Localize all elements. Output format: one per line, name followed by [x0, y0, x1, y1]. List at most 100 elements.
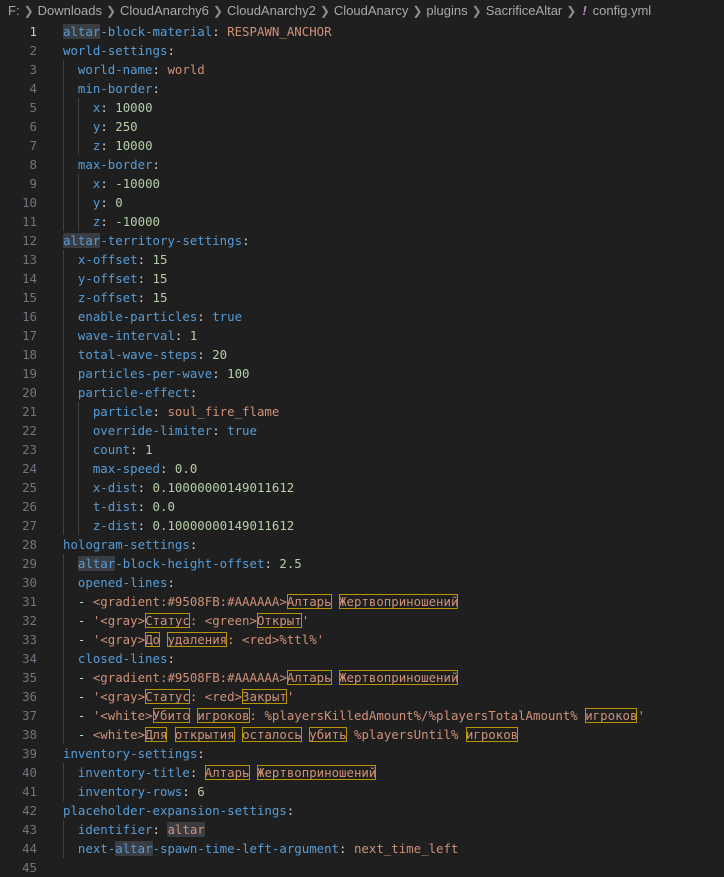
- code-line[interactable]: 39 inventory-settings:: [0, 744, 724, 763]
- breadcrumb-file-name[interactable]: config.yml: [593, 0, 652, 22]
- indent-guide: [63, 288, 64, 307]
- breadcrumb-item[interactable]: CloudAnarchy2: [227, 0, 316, 22]
- breadcrumb-item[interactable]: plugins: [426, 0, 467, 22]
- code-token: true: [212, 309, 243, 324]
- code-line[interactable]: 37 - '<white>Убито игроков: %playersKill…: [0, 706, 724, 725]
- code-line[interactable]: 33 - '<gray>До удаления: <red>%ttl%': [0, 630, 724, 649]
- code-token: : <red>%ttl%': [227, 632, 325, 647]
- code-token: -: [77, 670, 93, 685]
- code-line[interactable]: 13 x-offset: 15: [0, 250, 724, 269]
- code-text: count: 1: [37, 440, 724, 459]
- breadcrumb-item[interactable]: F:: [8, 0, 20, 22]
- line-number: 1: [29, 24, 37, 39]
- code-line[interactable]: 24 max-speed: 0.0: [0, 459, 724, 478]
- code-text: max-speed: 0.0: [37, 459, 724, 478]
- code-line[interactable]: 44 next-altar-spawn-time-left-argument: …: [0, 839, 724, 858]
- code-line[interactable]: 3 world-name: world: [0, 60, 724, 79]
- line-number: 15: [22, 290, 37, 305]
- line-number: 29: [22, 556, 37, 571]
- code-line[interactable]: 5 x: 10000: [0, 98, 724, 117]
- code-line[interactable]: 17 wave-interval: 1: [0, 326, 724, 345]
- code-line[interactable]: 22 override-limiter: true: [0, 421, 724, 440]
- code-text: inventory-settings:: [37, 744, 724, 763]
- code-token: -spawn-time-left-argument: [152, 841, 340, 856]
- code-text: y: 250: [37, 117, 724, 136]
- line-number: 28: [22, 537, 37, 552]
- code-token: :: [100, 119, 116, 134]
- breadcrumb-item[interactable]: SacrificeAltar: [486, 0, 563, 22]
- code-text: total-wave-steps: 20: [37, 345, 724, 364]
- indent-guide: [63, 554, 64, 573]
- code-line[interactable]: 29 altar-block-height-offset: 2.5: [0, 554, 724, 573]
- code-line[interactable]: 42 placeholder-expansion-settings:: [0, 801, 724, 820]
- code-token: altar: [167, 822, 205, 837]
- indent-guide: [63, 193, 64, 212]
- code-line[interactable]: 45: [0, 858, 724, 877]
- indent-guide: [63, 440, 64, 459]
- code-line[interactable]: 20 particle-effect:: [0, 383, 724, 402]
- code-token: 15: [152, 271, 168, 286]
- code-line[interactable]: 12 altar-territory-settings:: [0, 231, 724, 250]
- code-token: '<gray>: [92, 632, 146, 647]
- code-line[interactable]: 2 world-settings:: [0, 41, 724, 60]
- code-token: :: [137, 480, 153, 495]
- indent-guide: [63, 98, 64, 117]
- code-line[interactable]: 4 min-border:: [0, 79, 724, 98]
- code-line[interactable]: 25 x-dist: 0.10000000149011612: [0, 478, 724, 497]
- code-line[interactable]: 1 altar-block-material: RESPAWN_ANCHOR: [0, 22, 724, 41]
- indent-guide: [63, 79, 64, 98]
- code-line[interactable]: 9 x: -10000: [0, 174, 724, 193]
- code-line[interactable]: 43 identifier: altar: [0, 820, 724, 839]
- code-line[interactable]: 18 total-wave-steps: 20: [0, 345, 724, 364]
- line-number: 11: [22, 214, 37, 229]
- breadcrumb-item[interactable]: CloudAnarcy: [334, 0, 408, 22]
- breadcrumb-item[interactable]: Downloads: [38, 0, 102, 22]
- code-line[interactable]: 15 z-offset: 15: [0, 288, 724, 307]
- line-number: 32: [22, 613, 37, 628]
- code-line[interactable]: 11 z: -10000: [0, 212, 724, 231]
- code-line[interactable]: 7 z: 10000: [0, 136, 724, 155]
- code-line[interactable]: 32 - '<gray>Статус: <green>Открыт': [0, 611, 724, 630]
- code-line[interactable]: 21 particle: soul_fire_flame: [0, 402, 724, 421]
- code-token: 2.5: [279, 556, 302, 571]
- line-number: 41: [22, 784, 37, 799]
- line-number: 13: [22, 252, 37, 267]
- line-number: 3: [29, 62, 37, 77]
- code-line[interactable]: 19 particles-per-wave: 100: [0, 364, 724, 383]
- code-text: particle: soul_fire_flame: [37, 402, 724, 421]
- code-token: 100: [227, 366, 250, 381]
- indent-guide: [78, 174, 80, 193]
- indent-guide: [63, 497, 64, 516]
- code-line[interactable]: 30 opened-lines:: [0, 573, 724, 592]
- code-line[interactable]: 14 y-offset: 15: [0, 269, 724, 288]
- code-line[interactable]: 26 t-dist: 0.0: [0, 497, 724, 516]
- code-line[interactable]: 41 inventory-rows: 6: [0, 782, 724, 801]
- code-token: :: [137, 499, 153, 514]
- code-token: Статус: [145, 689, 190, 704]
- code-line[interactable]: 23 count: 1: [0, 440, 724, 459]
- code-token: :: [167, 43, 175, 58]
- code-line[interactable]: 6 y: 250: [0, 117, 724, 136]
- indent-guide: [78, 516, 80, 535]
- code-text: - <white>Для открытия осталось убить %pl…: [37, 725, 724, 744]
- code-line[interactable]: 35 - <gradient:#9508FB:#AAAAAA>Алтарь Же…: [0, 668, 724, 687]
- code-line[interactable]: 36 - '<gray>Статус: <red>Закрыт': [0, 687, 724, 706]
- code-line[interactable]: 31 - <gradient:#9508FB:#AAAAAA>Алтарь Же…: [0, 592, 724, 611]
- code-line[interactable]: 10 y: 0: [0, 193, 724, 212]
- code-editor[interactable]: 1 altar-block-material: RESPAWN_ANCHOR 2 wo…: [0, 22, 724, 877]
- code-text: altar-block-material: RESPAWN_ANCHOR: [37, 22, 724, 41]
- code-line[interactable]: 40 inventory-title: Алтарь Жертвоприноше…: [0, 763, 724, 782]
- code-line[interactable]: 27 z-dist: 0.10000000149011612: [0, 516, 724, 535]
- code-line[interactable]: 16 enable-particles: true: [0, 307, 724, 326]
- breadcrumb-item[interactable]: CloudAnarchy6: [120, 0, 209, 22]
- breadcrumb: F: ❯ Downloads ❯ CloudAnarchy6 ❯ CloudAnarchy2…: [0, 0, 724, 22]
- code-line[interactable]: 38 - <white>Для открытия осталось убить …: [0, 725, 724, 744]
- code-text: particle-effect:: [37, 383, 724, 402]
- code-line[interactable]: 8 max-border:: [0, 155, 724, 174]
- code-line[interactable]: 28 hologram-settings:: [0, 535, 724, 554]
- code-text: hologram-settings:: [37, 535, 724, 554]
- code-token: :: [100, 138, 116, 153]
- code-line[interactable]: 34 closed-lines:: [0, 649, 724, 668]
- code-token: :: [339, 841, 354, 856]
